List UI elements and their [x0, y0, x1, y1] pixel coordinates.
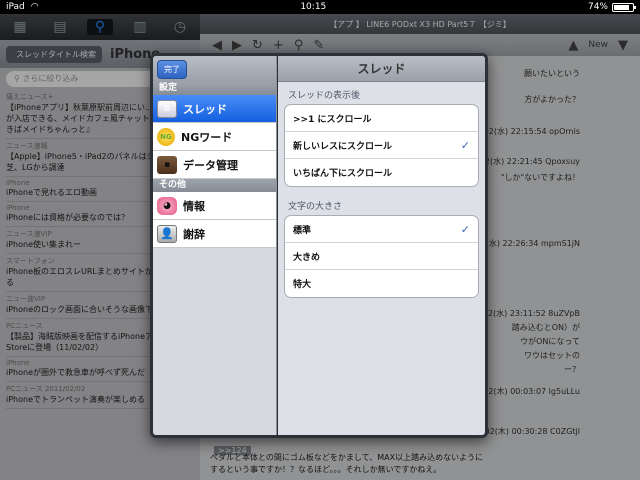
option-label: 標準 — [293, 225, 312, 236]
menu-item-2[interactable]: ▪ データ管理 — [153, 151, 276, 179]
device-label: iPad — [6, 2, 25, 12]
font-size-option-2[interactable]: 特大 — [285, 270, 478, 297]
menu-item-1[interactable]: NG NGワード — [153, 123, 276, 151]
other-menu-item-1[interactable]: 👤 謝辞 — [153, 220, 276, 248]
font-size-option-1[interactable]: 大きめ — [285, 243, 478, 270]
person-icon: 👤 — [157, 224, 177, 243]
info-character-icon: ◕ — [157, 196, 177, 215]
other-menu-item-0[interactable]: ◕ 情報 — [153, 192, 276, 220]
checkmark-icon: ✓ — [460, 138, 470, 152]
scroll-option-0[interactable]: >>1 にスクロール — [285, 105, 478, 132]
content-title: スレッド — [278, 56, 485, 82]
option-label: 新しいレスにスクロール — [293, 141, 393, 152]
menu-item-label: NGワード — [181, 130, 233, 144]
clock: 10:15 — [300, 2, 327, 12]
menu-item-0[interactable]: ≡ スレッド — [153, 95, 276, 123]
menu-item-label: データ管理 — [183, 158, 238, 172]
group-title-scroll: スレッドの表示後 — [288, 91, 361, 101]
option-label: いちばん下にスクロール — [293, 169, 393, 179]
thread-list-icon: ≡ — [157, 99, 177, 118]
group-title-font: 文字の大きさ — [288, 202, 343, 212]
settings-popover: 完了 設定 ≡ スレッド NG NGワード ▪ データ管理 その他 ◕ 情報 👤 謝辞 スレッド… — [150, 53, 488, 438]
ng-face-icon: NG — [157, 127, 175, 146]
settings-content: スレッド スレッドの表示後 >>1 にスクロール新しいレスにスクロール ✓ いちばん… — [278, 56, 485, 435]
option-label: 大きめ — [293, 252, 321, 263]
menu-toolbar: 完了 — [153, 56, 276, 82]
checkmark-icon: ✓ — [460, 222, 470, 236]
settings-menu: 完了 設定 ≡ スレッド NG NGワード ▪ データ管理 その他 ◕ 情報 👤 謝辞 — [153, 56, 277, 435]
other-section-header: その他 — [153, 179, 276, 192]
scroll-option-2[interactable]: いちばん下にスクロール — [285, 159, 478, 186]
scroll-option-1[interactable]: 新しいレスにスクロール ✓ — [285, 132, 478, 159]
status-bar: iPad ◠ 10:15 74% — [0, 0, 640, 14]
font-size-options-group: 標準 ✓ 大きめ特大 — [284, 215, 479, 298]
wifi-icon: ◠ — [30, 2, 39, 12]
option-label: 特大 — [293, 280, 312, 290]
menu-item-label: 情報 — [183, 199, 205, 213]
done-button[interactable]: 完了 — [157, 59, 187, 79]
settings-section-header: 設定 — [153, 82, 276, 95]
menu-item-label: 謝辞 — [183, 227, 205, 241]
briefcase-icon: ▪ — [157, 155, 177, 174]
font-size-option-0[interactable]: 標準 ✓ — [285, 216, 478, 243]
option-label: >>1 にスクロール — [293, 114, 372, 125]
battery-percent: 74% — [587, 2, 608, 12]
scroll-options-group: >>1 にスクロール新しいレスにスクロール ✓ いちばん下にスクロール — [284, 104, 479, 187]
menu-item-label: スレッド — [183, 102, 227, 116]
battery-icon — [611, 2, 636, 12]
